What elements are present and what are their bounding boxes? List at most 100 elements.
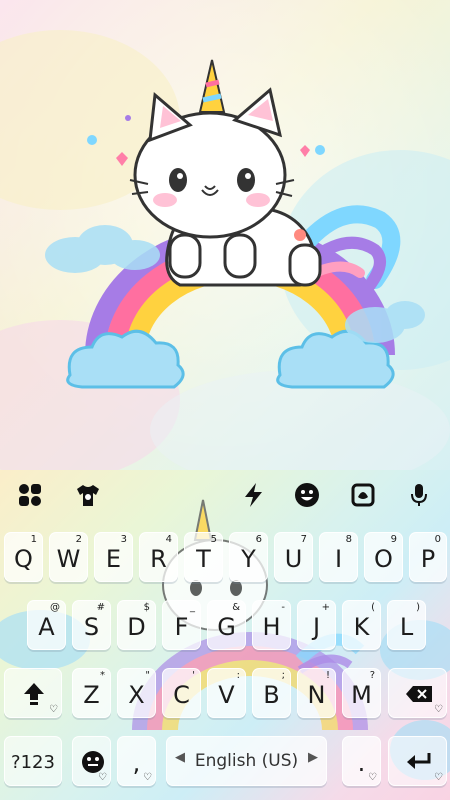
- key-label: R: [150, 545, 167, 573]
- key-w[interactable]: 2W: [49, 532, 88, 582]
- key-label: I: [334, 545, 343, 573]
- key-label: U: [284, 545, 303, 573]
- key-label: N: [307, 681, 326, 709]
- key-hint: 2: [75, 534, 82, 545]
- sticker-icon[interactable]: [347, 479, 379, 511]
- key-label: H: [262, 613, 281, 641]
- emoji-face-icon: [82, 751, 104, 773]
- language-right-arrow-icon: ▶: [308, 750, 318, 765]
- microphone-icon[interactable]: [403, 479, 435, 511]
- key-hint: 6: [255, 534, 262, 545]
- symbols-label: ?123: [11, 752, 55, 773]
- key-b[interactable]: ; B: [252, 668, 291, 718]
- key-hint: ;: [281, 670, 285, 681]
- theme-shirt-icon[interactable]: [72, 479, 104, 511]
- key-label: Q: [14, 545, 33, 573]
- key-hint: @: [50, 602, 60, 613]
- key-a[interactable]: @ A: [27, 600, 66, 650]
- key-hint: $: [143, 602, 150, 613]
- key-m[interactable]: ? M: [342, 668, 381, 718]
- key-s[interactable]: # S: [72, 600, 111, 650]
- space-language-label: English (US): [194, 751, 299, 771]
- wallpaper: [0, 0, 450, 470]
- key-g[interactable]: & G: [207, 600, 246, 650]
- comma-key[interactable]: , ♡: [117, 736, 156, 786]
- key-t[interactable]: 5T: [184, 532, 223, 582]
- key-hint: 5: [210, 534, 217, 545]
- key-label: D: [127, 613, 146, 641]
- key-label: S: [83, 613, 100, 641]
- key-hint: !: [325, 670, 330, 681]
- backspace-key[interactable]: ♡: [388, 668, 447, 718]
- unicorn-cat-illustration: [0, 0, 450, 470]
- key-label: K: [353, 613, 370, 641]
- key-hint: 7: [300, 534, 307, 545]
- key-hint: ': [192, 670, 195, 681]
- emoji-key[interactable]: ♡: [72, 736, 111, 786]
- key-r[interactable]: 4R: [139, 532, 178, 582]
- key-n[interactable]: ! N: [297, 668, 336, 718]
- key-label: G: [217, 613, 236, 641]
- key-label: W: [56, 545, 81, 573]
- key-label: O: [374, 545, 393, 573]
- key-label: C: [173, 681, 190, 709]
- key-label: Z: [83, 681, 100, 709]
- enter-icon: [407, 753, 431, 769]
- key-label: F: [174, 613, 189, 641]
- key-hint: ): [416, 602, 420, 613]
- key-label: A: [38, 613, 55, 641]
- key-label: L: [399, 613, 414, 641]
- key-hint: 0: [434, 534, 441, 545]
- key-hint: 9: [390, 534, 397, 545]
- apps-icon[interactable]: [14, 479, 46, 511]
- key-z[interactable]: * Z: [72, 668, 111, 718]
- key-k[interactable]: (K: [342, 600, 381, 650]
- symbols-key[interactable]: ?123: [4, 736, 62, 786]
- key-c[interactable]: ' C: [162, 668, 201, 718]
- key-i[interactable]: 8I: [319, 532, 358, 582]
- key-q[interactable]: 1Q: [4, 532, 43, 582]
- key-label: E: [105, 545, 122, 573]
- key-x[interactable]: " X: [117, 668, 156, 718]
- key-d[interactable]: $ D: [117, 600, 156, 650]
- key-p[interactable]: 0P: [409, 532, 447, 582]
- heart-decoration: ♡: [98, 772, 107, 783]
- key-hint: ": [145, 670, 150, 681]
- key-hint: -: [281, 602, 285, 613]
- key-u[interactable]: 7U: [274, 532, 313, 582]
- key-label: Y: [241, 545, 256, 573]
- key-e[interactable]: 3E: [94, 532, 133, 582]
- key-h[interactable]: -H: [252, 600, 291, 650]
- enter-key[interactable]: ♡: [388, 736, 447, 786]
- keyboard-toolbar: [0, 470, 450, 520]
- key-hint: (: [371, 602, 375, 613]
- heart-decoration: ♡: [143, 772, 152, 783]
- lightning-icon[interactable]: [238, 479, 270, 511]
- key-label: X: [128, 681, 145, 709]
- key-v[interactable]: :V: [207, 668, 246, 718]
- key-hint: #: [96, 602, 105, 613]
- space-key[interactable]: ◀ English (US) ▶: [166, 736, 327, 786]
- key-hint: :: [236, 670, 240, 681]
- key-y[interactable]: 6Y: [229, 532, 268, 582]
- key-label: P: [420, 545, 436, 573]
- key-hint: ?: [369, 670, 375, 681]
- shift-key[interactable]: ♡: [4, 668, 62, 718]
- key-l[interactable]: ) L: [387, 600, 426, 650]
- shift-icon: [24, 683, 44, 705]
- key-hint: _: [190, 602, 195, 613]
- key-label: J: [312, 613, 321, 641]
- emoji-icon[interactable]: [291, 479, 323, 511]
- key-hint: +: [321, 602, 330, 613]
- key-j[interactable]: + J: [297, 600, 336, 650]
- period-key[interactable]: . ♡: [342, 736, 381, 786]
- key-hint: 3: [120, 534, 127, 545]
- heart-decoration: ♡: [434, 772, 443, 783]
- heart-decoration: ♡: [434, 704, 443, 715]
- key-f[interactable]: _ F: [162, 600, 201, 650]
- key-hint: 1: [30, 534, 37, 545]
- heart-decoration: ♡: [49, 704, 58, 715]
- key-label: V: [218, 681, 235, 709]
- key-o[interactable]: 9O: [364, 532, 403, 582]
- key-label: T: [196, 545, 211, 573]
